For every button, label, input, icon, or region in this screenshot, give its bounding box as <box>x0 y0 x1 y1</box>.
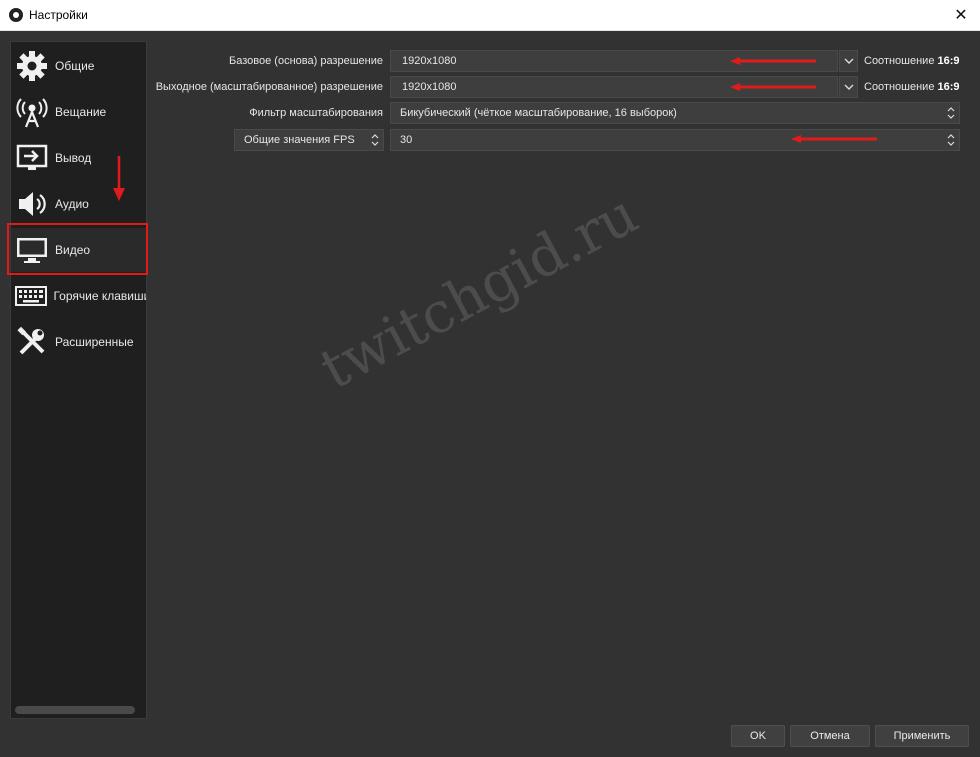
sidebar-item-advanced[interactable]: Расширенные <box>11 320 146 364</box>
sidebar-item-video[interactable]: Видео <box>11 228 146 272</box>
sidebar-item-label: Вывод <box>55 151 92 165</box>
cancel-button[interactable]: Отмена <box>790 725 870 747</box>
window-title: Настройки <box>29 8 88 22</box>
output-resolution-dropdown-button[interactable] <box>839 76 858 98</box>
up-down-arrows-icon <box>947 107 955 119</box>
up-down-arrows-icon <box>947 134 955 146</box>
up-down-arrows-icon <box>371 134 379 146</box>
output-monitor-icon <box>15 141 49 175</box>
annotation-left-arrow <box>730 57 816 65</box>
keyboard-icon <box>15 279 48 313</box>
sidebar-item-label: Вещание <box>55 105 107 119</box>
fps-type-spin-arrows[interactable] <box>366 130 384 150</box>
fps-type-select[interactable]: Общие значения FPS <box>234 129 384 151</box>
output-aspect-ratio: Соотношение 16:9 <box>864 76 960 98</box>
sidebar-item-label: Общие <box>55 59 95 73</box>
sidebar-item-label: Видео <box>55 243 91 257</box>
downscale-filter-select[interactable]: Бикубический (чёткое масштабирование, 16… <box>390 102 960 124</box>
sidebar-item-general[interactable]: Общие <box>11 44 146 88</box>
output-aspect-ratio-value: 16:9 <box>937 81 960 93</box>
base-resolution-dropdown-button[interactable] <box>839 50 858 72</box>
sidebar-item-stream[interactable]: Вещание <box>11 90 146 134</box>
annotation-left-arrow <box>730 83 816 91</box>
downscale-filter-spin-arrows[interactable] <box>942 103 960 123</box>
sidebar-item-hotkeys[interactable]: Горячие клавиши <box>11 274 146 318</box>
close-icon[interactable]: ✕ <box>952 6 970 24</box>
sidebar-item-label: Расширенные <box>55 335 134 349</box>
base-resolution-label: Базовое (основа) разрешение <box>229 55 383 67</box>
sidebar-item-label: Горячие клавиши <box>53 289 146 303</box>
fps-value-spin-arrows[interactable] <box>942 130 960 150</box>
apply-button[interactable]: Применить <box>875 725 969 747</box>
base-aspect-ratio-label: Соотношение <box>864 55 935 67</box>
chevron-down-icon <box>844 58 853 64</box>
watermark-text: twitchgid.ru <box>310 181 649 403</box>
broadcast-antenna-icon <box>15 95 49 129</box>
ok-button[interactable]: OK <box>731 725 785 747</box>
monitor-icon <box>15 233 49 267</box>
annotation-left-arrow <box>791 135 877 143</box>
speaker-icon <box>15 187 49 221</box>
output-aspect-ratio-label: Соотношение <box>864 81 935 93</box>
annotation-down-arrow <box>113 156 125 201</box>
title-bar: Настройки ✕ <box>0 0 980 31</box>
tools-icon <box>15 325 49 359</box>
chevron-down-icon <box>844 84 853 90</box>
settings-sidebar: Общие Вещание Вывод Аудио Видео Горячие … <box>10 41 147 719</box>
sidebar-scrollbar[interactable] <box>15 706 135 714</box>
base-aspect-ratio: Соотношение 16:9 <box>864 50 960 72</box>
downscale-filter-label: Фильтр масштабирования <box>249 107 383 119</box>
gear-icon <box>15 49 49 83</box>
obs-logo-icon <box>9 8 23 22</box>
base-aspect-ratio-value: 16:9 <box>937 55 960 67</box>
sidebar-item-label: Аудио <box>55 197 89 211</box>
output-resolution-label: Выходное (масштабированное) разрешение <box>155 81 383 93</box>
